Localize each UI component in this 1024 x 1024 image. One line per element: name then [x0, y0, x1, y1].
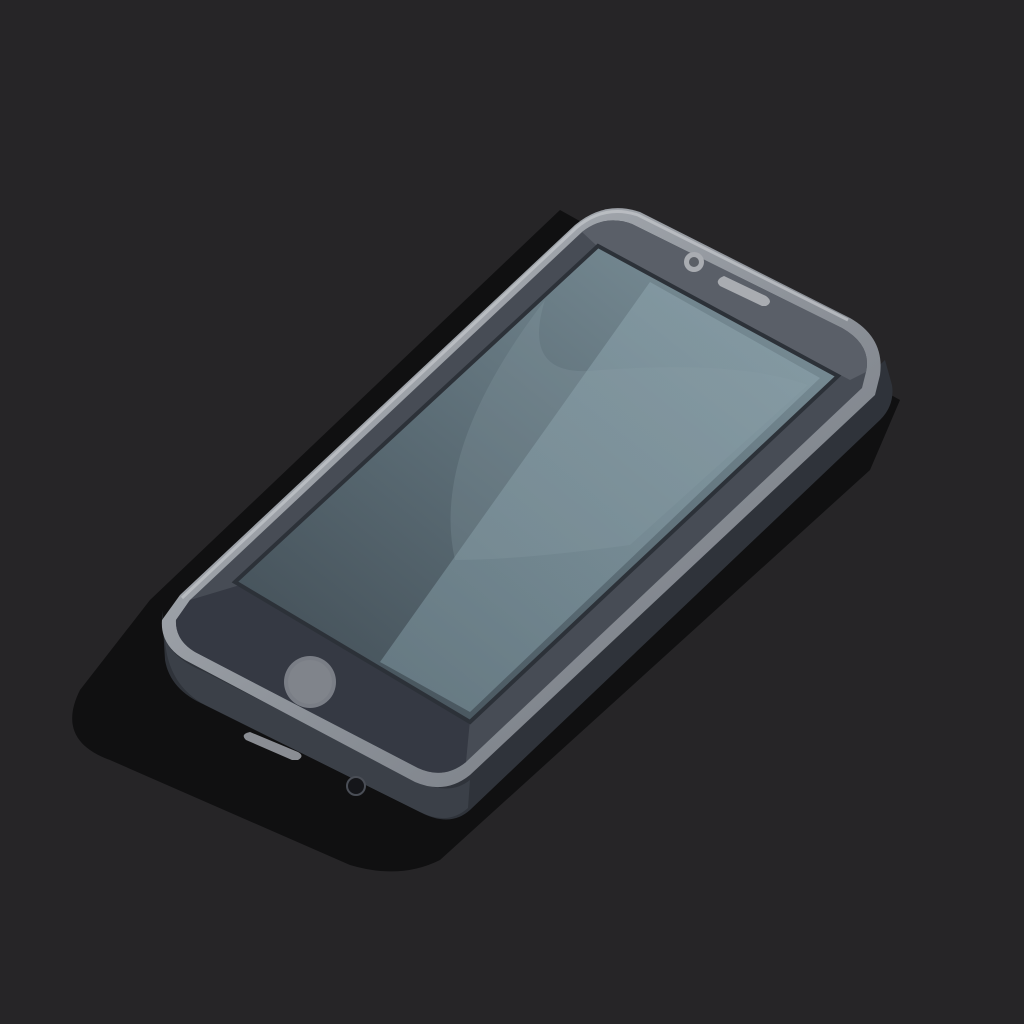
- front-camera-lens: [689, 257, 699, 267]
- phone-illustration: [0, 0, 1024, 1024]
- home-button-inner: [288, 660, 332, 704]
